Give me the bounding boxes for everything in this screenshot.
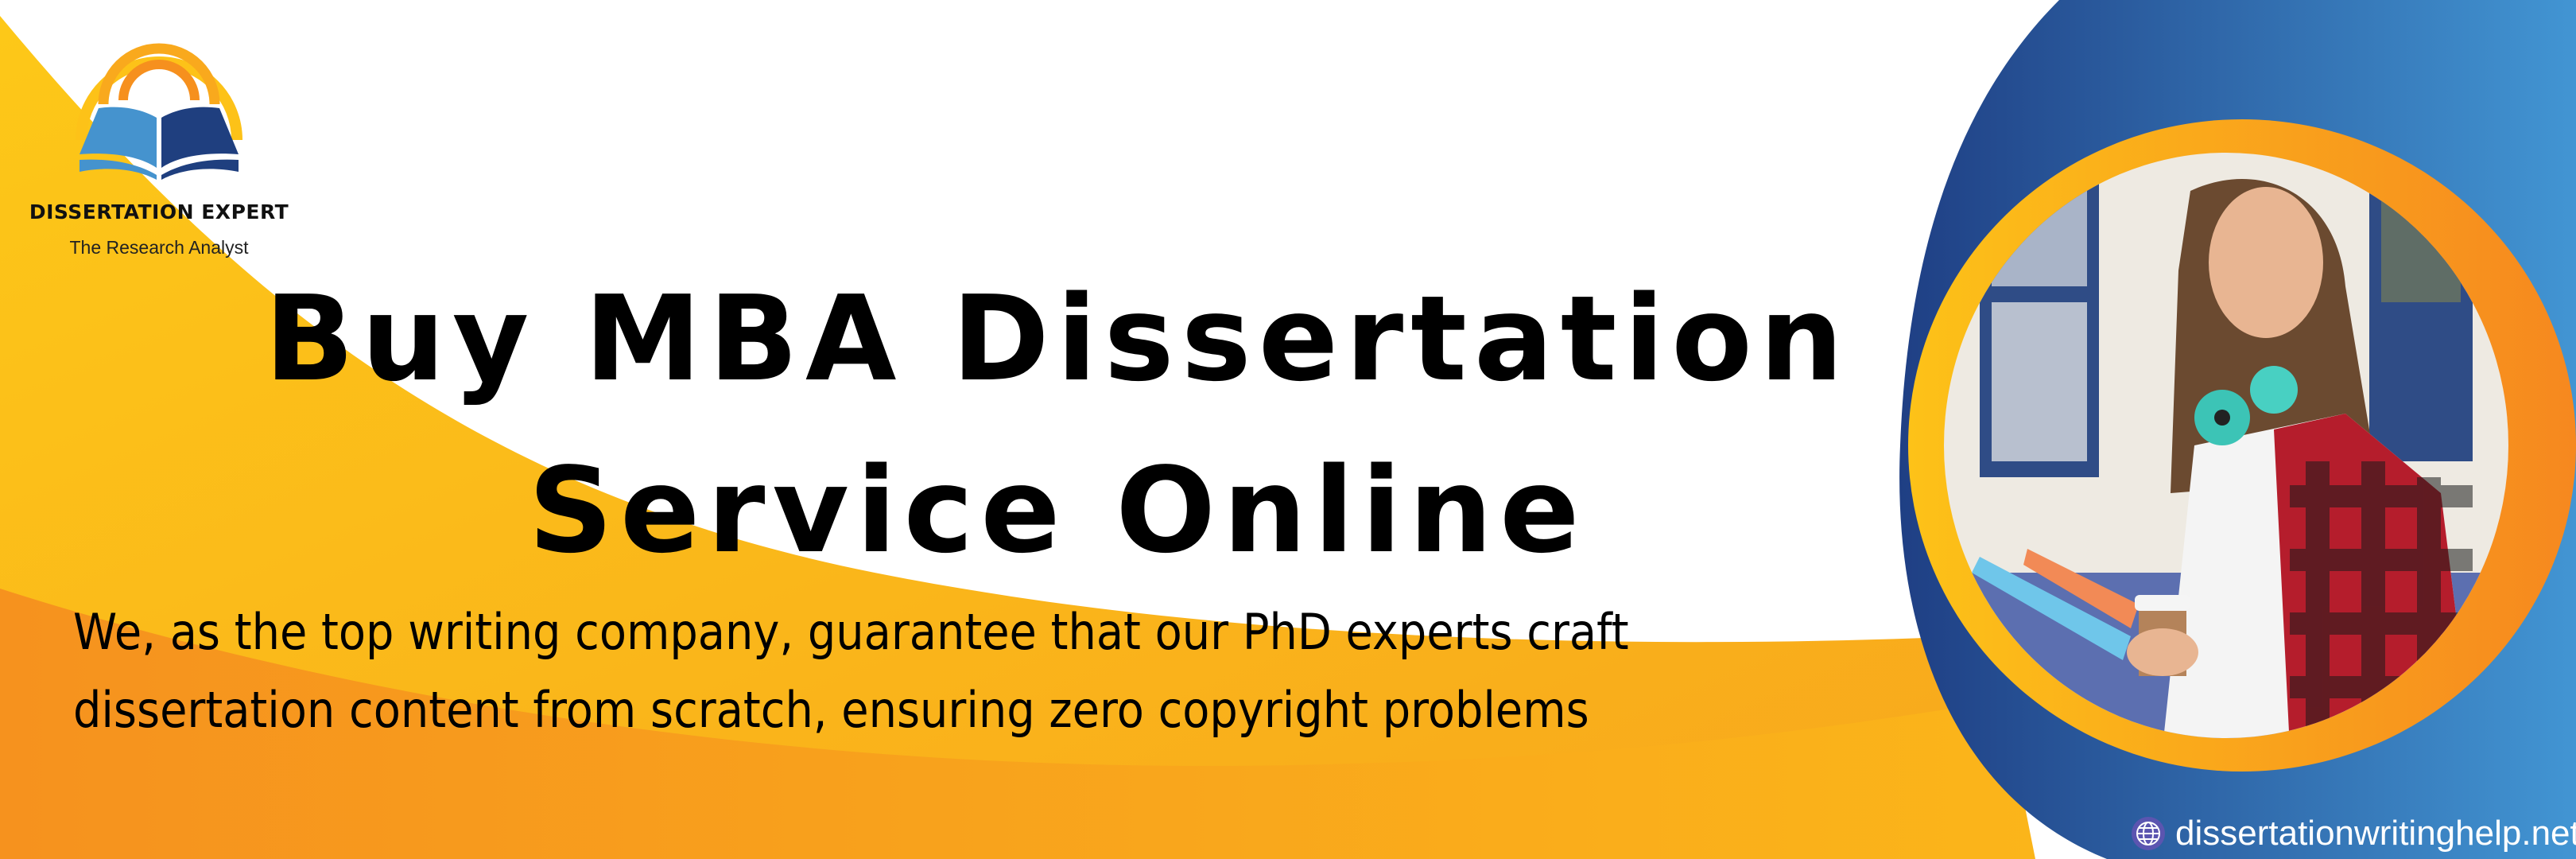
subheadline-line-2: dissertation content from scratch, ensur… [73,681,1589,739]
open-book-logo-icon [76,43,242,180]
website-url: dissertationwritinghelp.net [2175,814,2576,853]
headline-line-1: Buy MBA Dissertation [264,270,1851,407]
website-link[interactable]: dissertationwritinghelp.net [2131,814,2576,853]
logo-tagline: The Research Analyst [69,237,249,258]
subheadline-line-1: We, as the top writing company, guarante… [73,603,1629,661]
globe-icon [2132,817,2165,850]
headline-line-2: Service Online [528,442,1587,579]
logo-name: DISSERTATION EXPERT [29,200,289,223]
logo: DISSERTATION EXPERT The Research Analyst [16,24,302,258]
